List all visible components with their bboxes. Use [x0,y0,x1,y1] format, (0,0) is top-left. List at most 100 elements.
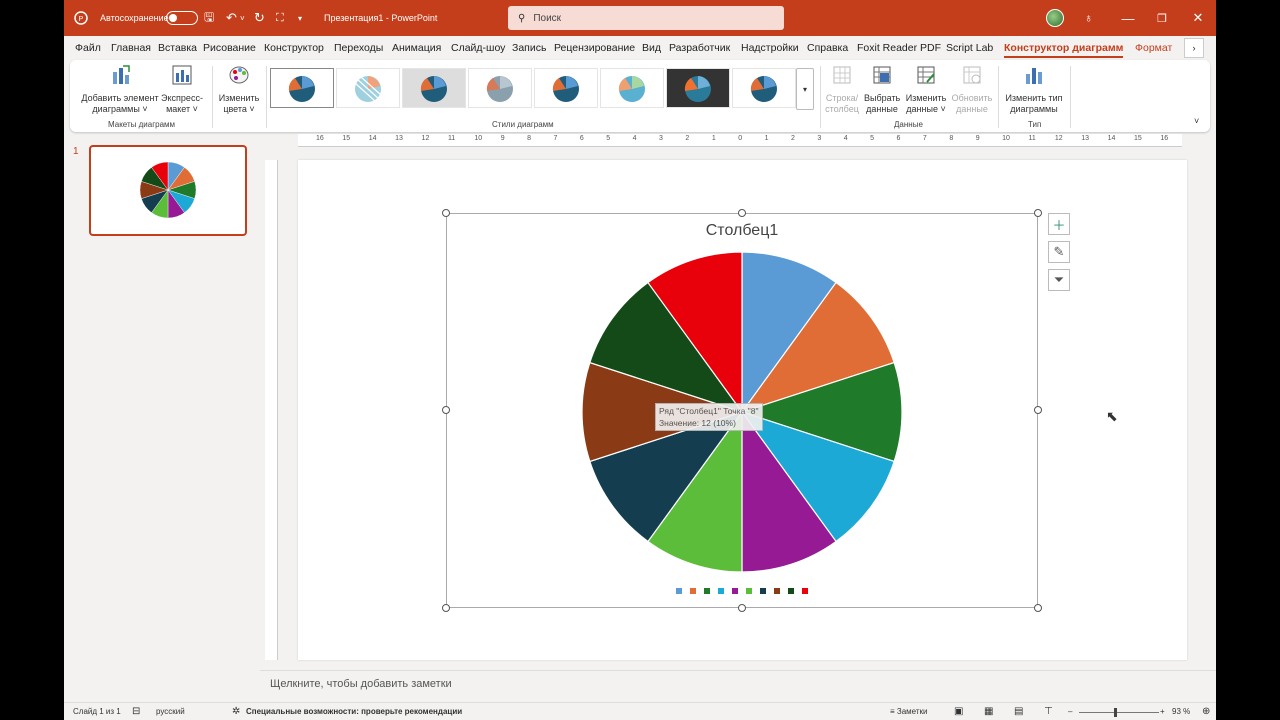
notes-placeholder: Щелкните, чтобы добавить заметки [270,678,452,690]
reading-view-icon[interactable]: ▤ [1014,703,1023,720]
close-button[interactable]: ✕ [1180,0,1216,36]
customize-toolbar-icon[interactable]: ▾ [298,0,302,36]
edit-data-button[interactable]: Изменить данные ˅ [904,64,948,115]
search-box[interactable]: ⚲ Поиск [508,6,784,30]
change-colors-button[interactable]: Изменить цвета ˅ [216,64,262,115]
legend-swatch[interactable] [746,588,752,594]
tab-file[interactable]: Файл [75,36,101,60]
legend-swatch[interactable] [732,588,738,594]
chart-style-2[interactable] [336,68,400,108]
chart-legend[interactable] [447,588,1037,594]
legend-swatch[interactable] [704,588,710,594]
tab-slideshow[interactable]: Слайд-шоу [451,36,505,60]
change-chart-type-button[interactable]: Изменить тип диаграммы [1002,64,1066,115]
tab-home[interactable]: Главная [111,36,151,60]
tab-developer[interactable]: Разработчик [669,36,730,60]
tab-scriptlab[interactable]: Script Lab [946,36,993,60]
resize-handle-bottom-left[interactable] [442,604,450,612]
normal-view-icon[interactable]: ▣ [954,703,963,720]
quick-layout-button[interactable]: Экспресс- макет ˅ [158,64,206,115]
quick-layout-label-2: макет ˅ [166,104,198,114]
slideshow-view-icon[interactable]: ⊤ [1044,703,1053,720]
chart-style-7[interactable] [666,68,730,108]
undo-dropdown-icon[interactable]: ˅ [240,0,245,36]
fit-slide-icon[interactable]: ⊕ [1202,703,1210,720]
chart-style-1[interactable] [270,68,334,108]
add-chart-element-button[interactable]: Добавить элемент диаграммы ˅ [80,64,160,115]
language-indicator[interactable]: русский [156,703,185,720]
tab-foxit[interactable]: Foxit Reader PDF [857,36,941,60]
legend-swatch[interactable] [802,588,808,594]
spellcheck-icon[interactable]: ⊟ [132,703,140,720]
resize-handle-left[interactable] [442,406,450,414]
slide-sorter-icon[interactable]: ▦ [984,703,993,720]
legend-swatch[interactable] [676,588,682,594]
chart-style-4[interactable] [468,68,532,108]
resize-handle-bottom-right[interactable] [1034,604,1042,612]
ruler-label: 4 [632,135,637,142]
tab-record[interactable]: Запись [512,36,546,60]
legend-swatch[interactable] [788,588,794,594]
tab-help[interactable]: Справка [807,36,848,60]
ribbon-collapse-icon[interactable]: ˅ [1194,116,1199,126]
resize-handle-right[interactable] [1034,406,1042,414]
resize-handle-top-right[interactable] [1034,209,1042,217]
redo-icon[interactable]: ↻ [254,0,265,36]
slide-thumbnail[interactable] [89,145,247,236]
slide-canvas[interactable]: Столбец1 Ряд "Столбец1" Точка "8" Значен… [298,160,1187,660]
select-data-button[interactable]: Выбрать данные [864,64,900,115]
tooltip-series-point: Ряд "Столбец1" Точка "8" [659,406,759,416]
select-data-label-2: данные [866,104,898,114]
refresh-data-label-1: Обновить [951,93,993,103]
switch-row-column-button[interactable]: Строка/ столбец [822,64,862,115]
tab-chart-design[interactable]: Конструктор диаграмм [1004,36,1124,60]
chart-style-8[interactable] [732,68,796,108]
avatar[interactable] [1046,0,1064,36]
chart-frame[interactable]: Столбец1 Ряд "Столбец1" Точка "8" Значен… [442,209,1042,612]
ruler-label: 3 [817,135,822,142]
tab-design[interactable]: Конструктор [264,36,324,60]
legend-swatch[interactable] [718,588,724,594]
tab-animations[interactable]: Анимация [392,36,441,60]
zoom-level[interactable]: 93 % [1172,703,1190,720]
present-icon[interactable]: ⛶ [276,0,284,36]
zoom-slider[interactable] [1079,712,1159,713]
tab-draw[interactable]: Рисование [203,36,256,60]
add-chart-element-icon [113,65,130,84]
tab-insert[interactable]: Вставка [158,36,197,60]
resize-handle-bottom[interactable] [738,604,746,612]
tab-transitions[interactable]: Переходы [334,36,383,60]
autosave-toggle[interactable] [160,0,198,36]
notes-pane[interactable]: Щелкните, чтобы добавить заметки [260,670,1216,700]
zoom-in-icon[interactable]: + [1160,703,1165,720]
tab-view[interactable]: Вид [642,36,661,60]
zoom-slider-thumb[interactable] [1114,708,1117,717]
save-icon[interactable]: 🖫 [204,0,214,36]
resize-handle-top-left[interactable] [442,209,450,217]
chart-style-3[interactable] [402,68,466,108]
lightbulb-icon[interactable]: ♁ [1084,0,1093,36]
chart-styles-button[interactable]: ✎ [1048,241,1070,263]
minimize-button[interactable]: — [1110,0,1146,36]
restore-button[interactable]: ❐ [1144,0,1180,36]
tab-addins[interactable]: Надстройки [741,36,799,60]
zoom-out-icon[interactable]: – [1068,703,1072,720]
notes-toggle-button[interactable]: ≡ Заметки [890,703,928,720]
chart-filters-button[interactable]: ⏷ [1048,269,1070,291]
tab-format[interactable]: Формат [1135,36,1172,60]
chart-style-5[interactable] [534,68,598,108]
resize-handle-top[interactable] [738,209,746,217]
accessibility-status[interactable]: Специальные возможности: проверьте реком… [246,703,462,720]
undo-icon[interactable]: ↶ [226,0,237,36]
refresh-data-button[interactable]: Обновить данные [950,64,994,115]
legend-swatch[interactable] [774,588,780,594]
gallery-more-button[interactable]: ▾ [796,68,814,110]
legend-swatch[interactable] [760,588,766,594]
switch-row-column-icon [833,66,851,84]
change-chart-type-label-2: диаграммы [1010,104,1058,114]
tab-review[interactable]: Рецензирование [554,36,635,60]
chart-style-6[interactable] [600,68,664,108]
tabs-scroll-right-button[interactable]: › [1184,38,1204,58]
chart-elements-button[interactable]: ＋ [1048,213,1070,235]
legend-swatch[interactable] [690,588,696,594]
